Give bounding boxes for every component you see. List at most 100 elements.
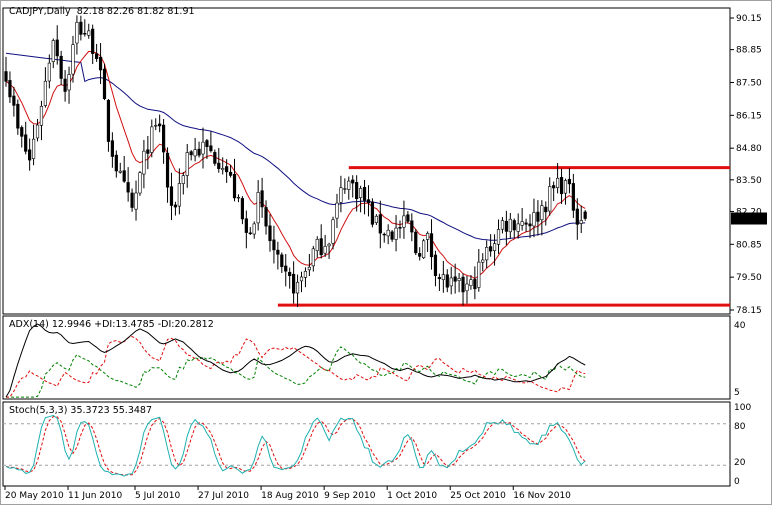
stoch-tick-label: 80 bbox=[734, 422, 746, 432]
candle-body bbox=[79, 21, 83, 35]
price-tick-label: 79.50 bbox=[736, 273, 762, 283]
ohlc-values: 82.18 82.26 81.82 81.91 bbox=[76, 6, 195, 17]
candle-body bbox=[532, 212, 536, 227]
candle-body bbox=[292, 273, 296, 294]
adx-label: ADX(14) 12.9946 +DI:13.4785 -DI:20.2812 bbox=[9, 319, 214, 330]
candle-body bbox=[295, 281, 300, 294]
candle-body bbox=[382, 233, 386, 236]
candle-body bbox=[228, 171, 233, 176]
date-label: 25 Oct 2010 bbox=[450, 491, 506, 501]
candle-body bbox=[138, 172, 142, 194]
candle-body bbox=[268, 225, 272, 242]
candle-body bbox=[418, 253, 422, 257]
candle-body bbox=[358, 188, 363, 198]
candle-body bbox=[481, 259, 485, 263]
candle-body bbox=[55, 39, 59, 57]
price-tick-label: 90.15 bbox=[736, 14, 762, 24]
candle-body bbox=[429, 233, 434, 258]
candle-body bbox=[394, 227, 398, 240]
candle-body bbox=[87, 30, 91, 36]
stoch-tick-label: 0 bbox=[734, 477, 740, 487]
date-label: 11 Jun 2010 bbox=[68, 491, 122, 501]
candle-body bbox=[122, 170, 126, 182]
candle-body bbox=[422, 240, 426, 259]
candle-body bbox=[449, 277, 453, 287]
candle-body bbox=[142, 150, 146, 175]
candle-body bbox=[508, 218, 512, 233]
candle-body bbox=[303, 270, 308, 278]
candle-body bbox=[500, 220, 505, 230]
candle-body bbox=[193, 149, 197, 157]
candle-body bbox=[205, 140, 209, 147]
candle-body bbox=[492, 243, 497, 251]
candle-body bbox=[540, 205, 544, 220]
candle-body bbox=[406, 214, 410, 222]
candle-body bbox=[524, 222, 528, 225]
candle-body bbox=[485, 247, 489, 261]
candle-body bbox=[43, 80, 47, 106]
price-tick-label: 86.15 bbox=[736, 111, 762, 121]
candle-body bbox=[315, 239, 319, 251]
candle-body bbox=[473, 279, 477, 290]
candle-body bbox=[579, 220, 583, 224]
candle-body bbox=[414, 231, 418, 254]
candle-body bbox=[134, 192, 138, 210]
candle-body bbox=[284, 265, 288, 272]
date-label: 5 Jul 2010 bbox=[135, 491, 180, 501]
stoch-tick-label: 100 bbox=[734, 403, 751, 413]
candle-body bbox=[477, 261, 481, 288]
candle-body bbox=[331, 219, 335, 244]
candle-body bbox=[28, 149, 32, 161]
candle-body bbox=[374, 215, 378, 223]
candle-body bbox=[12, 95, 16, 106]
candle-body bbox=[343, 188, 347, 190]
candle-body bbox=[31, 138, 36, 159]
candle-body bbox=[232, 174, 237, 199]
candle-body bbox=[299, 276, 304, 282]
candle-body bbox=[63, 78, 67, 92]
candle-body bbox=[437, 277, 442, 280]
candle-body bbox=[71, 44, 75, 75]
candle-body bbox=[130, 192, 134, 208]
price-tick-label: 80.85 bbox=[736, 240, 762, 250]
candle-body bbox=[441, 274, 445, 280]
price-tick-label: 78.15 bbox=[736, 306, 762, 316]
current-price-label: 81.91 bbox=[734, 215, 760, 225]
price-tick-label: 83.50 bbox=[736, 176, 762, 186]
candle-body bbox=[260, 190, 264, 208]
candle-body bbox=[276, 249, 280, 255]
date-label: 9 Sep 2010 bbox=[324, 491, 376, 501]
candle-body bbox=[552, 185, 556, 189]
candle-body bbox=[453, 276, 457, 282]
candle-body bbox=[496, 229, 501, 245]
candle-body bbox=[461, 276, 465, 293]
candle-body bbox=[91, 28, 95, 54]
candle-body bbox=[213, 152, 217, 164]
candle-body bbox=[378, 214, 382, 234]
candle-body bbox=[504, 220, 508, 232]
candle-body bbox=[355, 182, 359, 200]
candle-body bbox=[280, 254, 284, 268]
candle-body bbox=[335, 202, 339, 219]
candle-body bbox=[402, 215, 406, 228]
price-tick-label: 87.50 bbox=[736, 78, 762, 88]
candle-body bbox=[410, 220, 414, 233]
candle-body bbox=[4, 71, 8, 82]
candle-body bbox=[512, 220, 516, 231]
adx-tick-label: 5 bbox=[734, 388, 740, 398]
candle-body bbox=[567, 178, 572, 185]
candle-body bbox=[528, 223, 532, 227]
stoch-label: Stoch(5,3,3) 35.3723 55.3487 bbox=[9, 405, 153, 416]
candle-body bbox=[319, 238, 323, 256]
date-label: 20 May 2010 bbox=[5, 491, 64, 501]
candle-body bbox=[59, 55, 63, 79]
candle-body bbox=[433, 254, 438, 276]
candle-body bbox=[67, 74, 71, 91]
candle-body bbox=[189, 151, 193, 156]
candle-body bbox=[35, 124, 40, 139]
chart-window[interactable]: 90.1588.8587.5086.1584.8083.5082.2080.85… bbox=[0, 0, 772, 505]
candle-body bbox=[516, 223, 520, 232]
candle-body bbox=[126, 182, 130, 193]
candle-body bbox=[169, 186, 174, 206]
candle-body bbox=[390, 231, 394, 240]
